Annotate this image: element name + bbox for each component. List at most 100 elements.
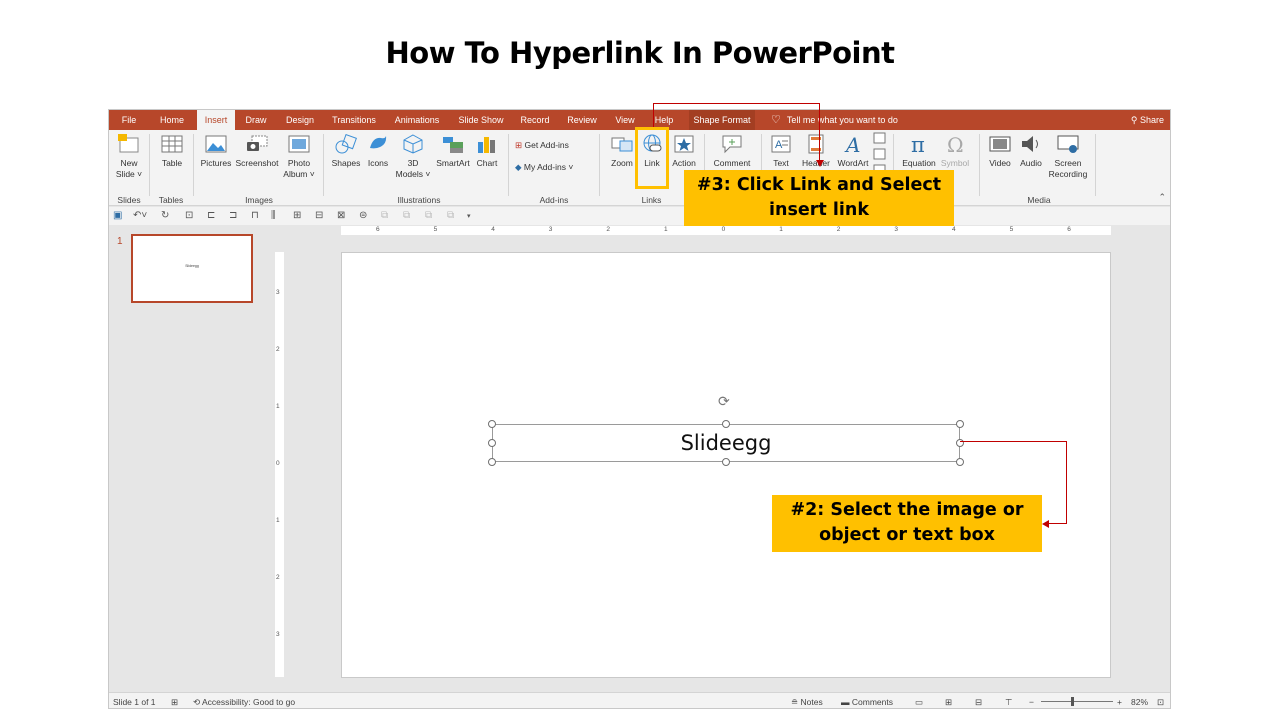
customize-toolbar-icon[interactable]: ▾ (467, 212, 471, 220)
screen-recording-button[interactable]: Screen Recording (1045, 134, 1091, 180)
zoom-in-icon[interactable]: + (1117, 697, 1122, 707)
resize-handle[interactable] (488, 420, 496, 428)
tab-insert[interactable]: Insert (197, 110, 235, 130)
photo-album-label-2: Album ˅ (283, 169, 315, 179)
slide-root: How To Hyperlink In PowerPoint File Home… (0, 0, 1280, 720)
comments-button[interactable]: ▬ Comments (841, 697, 893, 707)
group-label-tables: Tables (158, 195, 184, 205)
save-icon[interactable]: ▣ (113, 210, 122, 221)
notes-button[interactable]: ≘ Notes (791, 697, 823, 708)
zoom-level[interactable]: 82% (1131, 697, 1148, 707)
arrow-line (653, 103, 654, 127)
align-left-icon[interactable]: ⊏ (207, 210, 215, 221)
ruler-tick-label: 5 (433, 226, 438, 233)
undo-icon[interactable]: ↶˅ (133, 210, 147, 221)
comment-button[interactable]: Comment (709, 134, 755, 169)
wordart-icon: A (844, 134, 860, 154)
tab-file[interactable]: File (117, 110, 141, 130)
print-icon[interactable]: ⊜ (359, 210, 367, 221)
chart-button[interactable]: Chart (467, 134, 507, 169)
tab-draw[interactable]: Draw (241, 110, 271, 130)
bring-forward-icon[interactable]: ⧉ (425, 210, 432, 221)
selected-text-box[interactable]: Slideegg (492, 424, 960, 462)
get-addins-button[interactable]: ⊞ Get Add-ins (515, 140, 569, 151)
thumbnail-text: Slideegg (185, 264, 199, 268)
new-slide-button[interactable]: New Slide ˅ (109, 134, 149, 180)
ruler-tick-label: 3 (548, 226, 553, 233)
slide-canvas[interactable]: ⟳ Slideegg (341, 252, 1111, 678)
group-icon[interactable]: ⧉ (381, 210, 388, 221)
send-backward-icon[interactable]: ⧉ (447, 210, 454, 221)
tab-shape-format[interactable]: Shape Format (689, 110, 755, 130)
align-middle-icon[interactable]: ⊟ (315, 210, 323, 221)
text-box-button[interactable]: A Text (761, 134, 801, 169)
slide-thumbnail[interactable]: Slideegg (131, 234, 253, 303)
resize-handle[interactable] (956, 420, 964, 428)
table-label: Table (161, 158, 183, 168)
redo-icon[interactable]: ↻ (161, 210, 169, 221)
tab-animations[interactable]: Animations (389, 110, 445, 130)
rotate-handle-icon[interactable]: ⟳ (718, 393, 730, 410)
ruler-tick-label: 3 (276, 631, 280, 638)
thumbnail-number: 1 (117, 236, 123, 247)
align-right-icon[interactable]: ⊐ (229, 210, 237, 221)
ruler-tick-label: 1 (276, 403, 280, 410)
resize-handle[interactable] (956, 458, 964, 466)
group-label-slides: Slides (117, 195, 141, 205)
link-highlight-box (635, 127, 669, 189)
tell-me-search[interactable]: ♡ Tell me what you want to do (771, 110, 898, 130)
ruler-tick-label: 0 (721, 226, 726, 233)
tab-slide-show[interactable]: Slide Show (455, 110, 507, 130)
ungroup-icon[interactable]: ⧉ (403, 210, 410, 221)
slide-counter: Slide 1 of 1 (113, 697, 156, 707)
lock-icon[interactable]: ⊓ (251, 210, 259, 221)
normal-view-icon[interactable]: ▭ (915, 697, 923, 708)
status-bar: Slide 1 of 1 ⊞ ⟲ Accessibility: Good to … (109, 692, 1170, 708)
distribute-icon[interactable]: ⫼ (271, 210, 276, 221)
comments-label: Comments (851, 697, 893, 707)
slide-sorter-icon[interactable]: ⊞ (945, 697, 952, 708)
zoom-out-icon[interactable]: − (1029, 697, 1034, 707)
tab-transitions[interactable]: Transitions (329, 110, 379, 130)
equation-button[interactable]: π Equation (899, 134, 939, 169)
icons-button[interactable]: Icons (358, 134, 398, 169)
photo-album-button[interactable]: Photo Album ˅ (279, 134, 319, 180)
screen-recording-label: Screen (1054, 158, 1082, 168)
tab-design[interactable]: Design (281, 110, 319, 130)
resize-handle[interactable] (722, 458, 730, 466)
3d-models-button[interactable]: 3D Models ˅ (393, 134, 433, 180)
slideshow-view-icon[interactable]: ⊤ (1005, 697, 1012, 708)
zoom-slider[interactable] (1041, 697, 1113, 706)
wordart-button[interactable]: A WordArt (833, 134, 873, 169)
symbol-button[interactable]: Ω Symbol (936, 134, 974, 169)
zoom-slider-thumb[interactable] (1071, 697, 1074, 706)
resize-handle[interactable] (722, 420, 730, 428)
tab-home[interactable]: Home (155, 110, 189, 130)
tab-review[interactable]: Review (563, 110, 601, 130)
align-bottom-icon[interactable]: ⊠ (337, 210, 345, 221)
ruler-tick-label: 3 (276, 289, 280, 296)
align-center-icon[interactable]: ⊞ (293, 210, 301, 221)
reading-view-icon[interactable]: ⊟ (975, 697, 982, 708)
resize-handle[interactable] (488, 458, 496, 466)
group-label-illustrations: Illustrations (397, 195, 441, 205)
vertical-ruler: 3 2 1 0 1 2 3 (275, 252, 284, 677)
fit-slide-icon[interactable]: ⊡ (1157, 697, 1164, 708)
pictures-button[interactable]: Pictures (196, 134, 236, 169)
align-top-icon[interactable]: ⊡ (185, 210, 193, 221)
text-box-content[interactable]: Slideegg (493, 431, 959, 455)
my-addins-button[interactable]: ◆ My Add-ins ˅ (515, 162, 573, 173)
collapse-ribbon-icon[interactable]: ⌃ (1158, 192, 1166, 203)
screenshot-label: Screenshot (235, 158, 279, 168)
spell-check-icon[interactable]: ⊞ (171, 697, 178, 708)
chart-label: Chart (476, 158, 498, 168)
pictures-label: Pictures (200, 158, 232, 168)
table-button[interactable]: Table (152, 134, 192, 169)
share-button[interactable]: ⚲ Share (1131, 110, 1164, 130)
tab-record[interactable]: Record (517, 110, 553, 130)
resize-handle[interactable] (488, 439, 496, 447)
action-button[interactable]: Action (664, 134, 704, 169)
screenshot-button[interactable]: Screenshot (234, 134, 280, 169)
accessibility-status[interactable]: ⟲ Accessibility: Good to go (193, 697, 295, 708)
ruler-tick-label: 0 (276, 460, 280, 467)
